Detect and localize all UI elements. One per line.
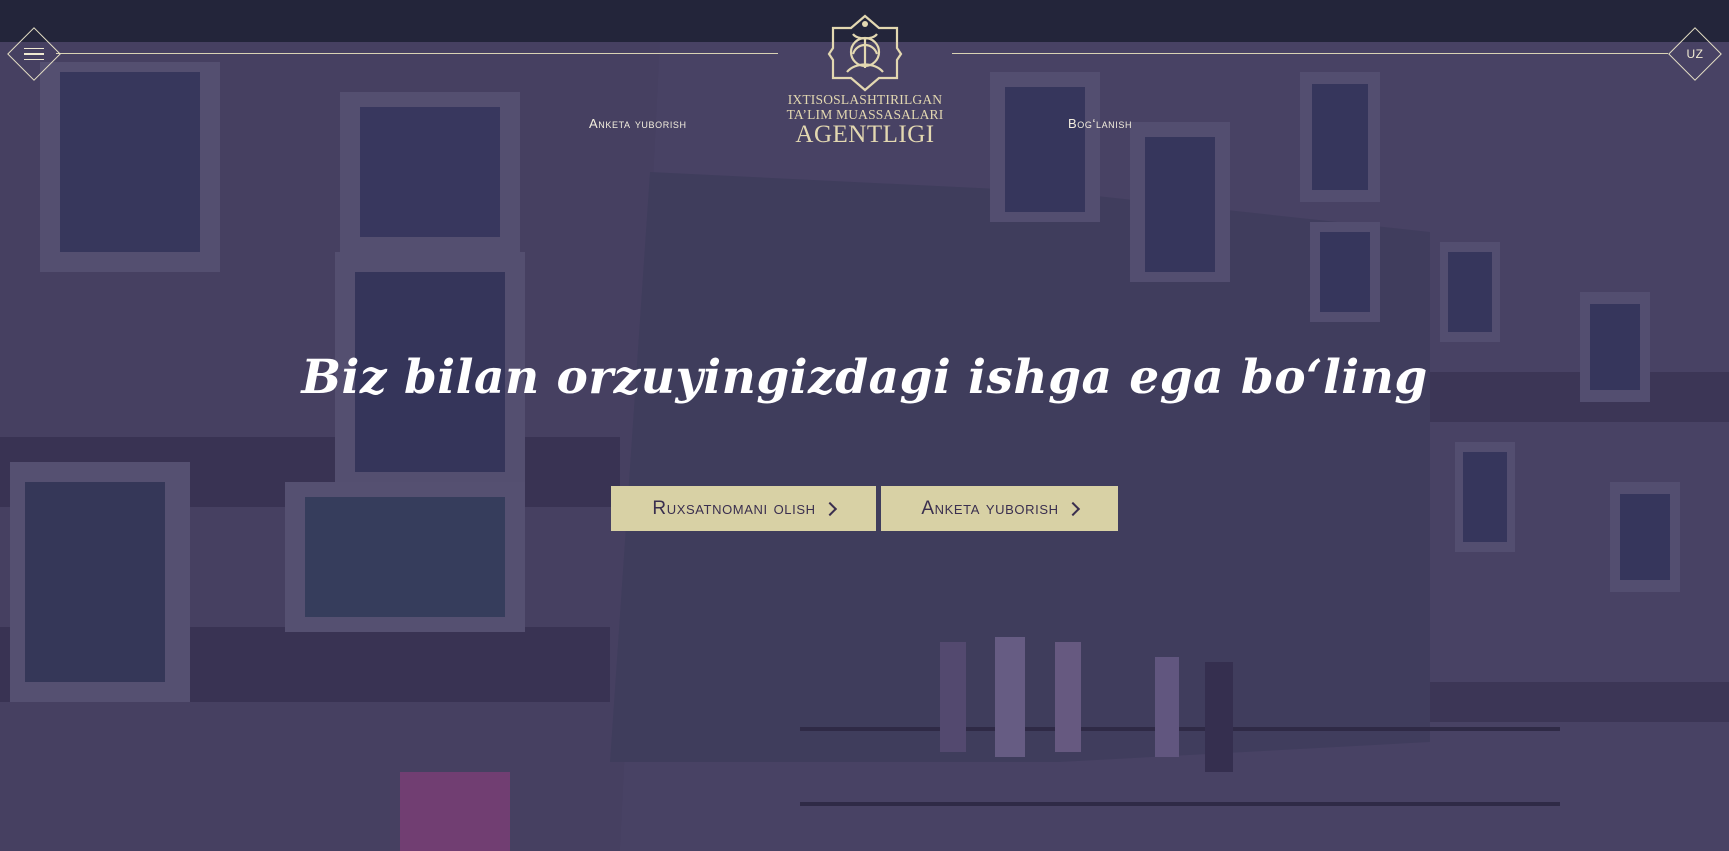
chevron-right-icon [822, 501, 837, 516]
get-permit-button[interactable]: Ruxsatnomani olish [611, 486, 876, 531]
logo[interactable]: IXTISOSLASHTIRILGAN TA’LIM MUASSASALARI … [786, 14, 944, 148]
send-application-button[interactable]: Anketa yuborish [881, 486, 1118, 531]
hero-background-image [0, 42, 1729, 851]
chevron-right-icon [1065, 501, 1080, 516]
nav-link-anketa[interactable]: Anketa yuborish [589, 116, 687, 131]
logo-text-line3: AGENTLIGI [795, 121, 935, 148]
hamburger-icon [23, 44, 44, 65]
emblem-icon [827, 14, 903, 92]
language-label: UZ [1686, 47, 1704, 61]
nav-link-contact[interactable]: Bog‘lanish [1068, 116, 1132, 131]
get-permit-label: Ruxsatnomani olish [652, 497, 816, 519]
header-line-left [56, 53, 778, 54]
logo-text-line2: TA’LIM MUASSASALARI [786, 107, 944, 122]
header-line-right [952, 53, 1668, 54]
logo-text-line1: IXTISOSLASHTIRILGAN [787, 92, 943, 107]
hero-headline: Biz bilan orzuyingizdagi ishga ega bo‘li… [301, 350, 1428, 405]
send-application-label: Anketa yuborish [921, 497, 1059, 519]
